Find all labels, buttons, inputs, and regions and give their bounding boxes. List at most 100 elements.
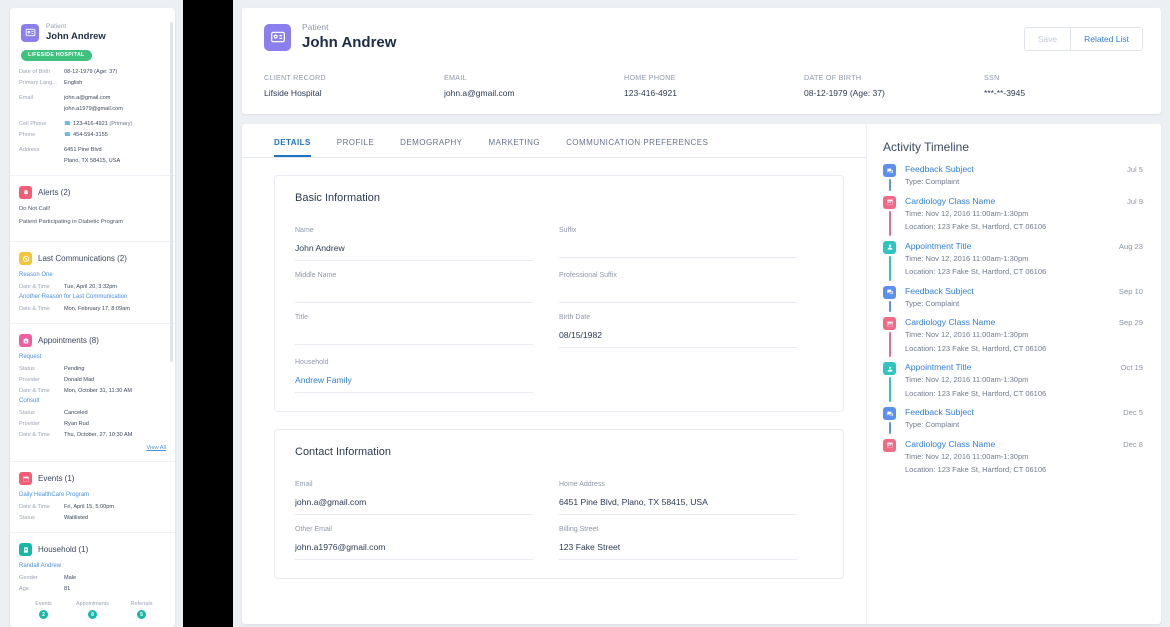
card-title: Basic Information bbox=[295, 192, 823, 204]
patient-sidebar: Patient John Andrew LIFESIDE HOSPITAL Da… bbox=[0, 0, 183, 627]
tab-demography[interactable]: DEMOGRAPHY bbox=[400, 124, 462, 157]
related-list-button[interactable]: Related List bbox=[1070, 28, 1142, 50]
timeline-date: Oct 19 bbox=[1115, 363, 1143, 372]
field-underline bbox=[295, 559, 533, 560]
tab-marketing[interactable]: MARKETING bbox=[488, 124, 540, 157]
timeline-meta-line: Type: Complaint bbox=[905, 298, 1143, 310]
household-member-link[interactable]: Randall Andrew bbox=[19, 562, 166, 571]
timeline-subject-link[interactable]: Feedback Subject bbox=[905, 164, 974, 174]
timeline-header: Feedback SubjectSep 10 bbox=[905, 286, 1143, 296]
field-label: Phone bbox=[19, 131, 64, 139]
field-label: Middle Name bbox=[295, 270, 533, 282]
timeline-item: Appointment TitleAug 23Time: Nov 12, 201… bbox=[883, 241, 1147, 286]
field-value: Pending bbox=[64, 365, 85, 373]
appointment-link[interactable]: Request bbox=[19, 353, 166, 362]
list-item: Daily HealthCare Program Date & TimeFri,… bbox=[19, 491, 166, 522]
field-label: Provider bbox=[19, 376, 64, 384]
sidebar-patient-summary: Patient John Andrew LIFESIDE HOSPITAL Da… bbox=[10, 8, 175, 176]
field-value bbox=[295, 324, 533, 340]
timeline-subject-link[interactable]: Appointment Title bbox=[905, 241, 971, 251]
field-value: English bbox=[64, 79, 82, 87]
field-birth-date[interactable]: Birth Date 08/15/1982 bbox=[559, 312, 823, 348]
timeline-gutter bbox=[883, 439, 905, 476]
header-summary-fields: CLIENT RECORD Lifside Hospital EMAIL joh… bbox=[264, 72, 1143, 100]
field-professional-suffix[interactable]: Professional Suffix bbox=[559, 270, 823, 303]
sidebar-section-last-communications: Last Communications (2) Reason One Date … bbox=[10, 242, 175, 324]
field-home-address[interactable]: Home Address 6451 Pine Blvd, Plano, TX 5… bbox=[559, 479, 823, 515]
field-label: Email bbox=[19, 94, 64, 102]
sidebar-patient-name: John Andrew bbox=[46, 31, 106, 43]
timeline-subject-link[interactable]: Feedback Subject bbox=[905, 286, 974, 296]
timeline-subject-link[interactable]: Cardiology Class Name bbox=[905, 317, 995, 327]
communication-link[interactable]: Reason One bbox=[19, 271, 166, 280]
email-value: john.a@gmail.com bbox=[64, 94, 110, 102]
tab-profile[interactable]: PROFILE bbox=[337, 124, 374, 157]
list-item: Emailjohn.a@gmail.com bbox=[19, 94, 166, 102]
view-all-link[interactable]: View All bbox=[19, 445, 166, 451]
field-label: Date & Time bbox=[19, 431, 64, 439]
count-label: Appointments bbox=[68, 601, 117, 607]
save-button[interactable]: Save bbox=[1025, 28, 1070, 50]
field-billing-street[interactable]: Billing Street 123 Fake Street bbox=[559, 524, 823, 560]
field-label: Date & Time bbox=[19, 503, 64, 511]
sidebar-section-household: Household (1) Randall Andrew GenderMale … bbox=[10, 533, 175, 627]
feedback-icon bbox=[883, 407, 896, 420]
timeline-gutter bbox=[883, 196, 905, 233]
field-value: john.a@gmail.com bbox=[444, 86, 624, 100]
timeline-subject-link[interactable]: Cardiology Class Name bbox=[905, 439, 995, 449]
sidebar-scrollbar[interactable] bbox=[170, 22, 173, 362]
tab-communication-preferences[interactable]: COMMUNICATION PREFERENCES bbox=[566, 124, 708, 157]
header-actions: Save Related List bbox=[1024, 27, 1143, 51]
field-label: Status bbox=[19, 514, 64, 522]
sidebar-scroll-area: Patient John Andrew LIFESIDE HOSPITAL Da… bbox=[10, 8, 175, 627]
list-item: Date of Birth08-12-1979 (Age: 37) bbox=[19, 68, 166, 76]
timeline-header: Appointment Title Oct 19 bbox=[905, 362, 1143, 372]
activity-timeline-title: Activity Timeline bbox=[883, 140, 1147, 154]
field-household[interactable]: Household Andrew Family bbox=[295, 357, 559, 393]
timeline-gutter bbox=[883, 407, 905, 431]
field-label: SSN bbox=[984, 72, 1164, 83]
appointment-link[interactable]: Consult bbox=[19, 397, 166, 406]
timeline-connector bbox=[889, 211, 891, 236]
timeline-connector bbox=[889, 377, 891, 402]
status-badge: LIFESIDE HOSPITAL bbox=[21, 50, 92, 61]
field-middle-name[interactable]: Middle Name bbox=[295, 270, 559, 303]
field-name[interactable]: Name John Andrew bbox=[295, 225, 559, 261]
field-title[interactable]: Title bbox=[295, 312, 559, 348]
timeline-item: Feedback SubjectSep 10 Type: Complaint bbox=[883, 286, 1147, 318]
field-row: ProviderRyan Rud bbox=[19, 420, 166, 428]
household-count-referrals: Referrals 5 bbox=[117, 601, 166, 619]
field-suffix[interactable]: Suffix bbox=[559, 225, 823, 261]
timeline-body: Cardiology Class NameDec 8Time: Nov 12, … bbox=[905, 439, 1147, 476]
field-value: ***-**-3945 bbox=[984, 86, 1164, 100]
field-underline bbox=[559, 347, 797, 348]
patient-id-card-icon bbox=[21, 24, 39, 42]
timeline-subject-link[interactable]: Feedback Subject bbox=[905, 407, 974, 417]
email-value: john.a1979@gmail.com bbox=[64, 105, 123, 113]
timeline-body: Appointment TitleOct 19Time: Nov 12, 201… bbox=[905, 362, 1147, 399]
field-other-email[interactable]: Other Email john.a1976@gmail.com bbox=[295, 524, 559, 560]
communication-link[interactable]: Another Reason for Last Communication bbox=[19, 293, 166, 302]
field-value: Mon, February 17, 8:09am bbox=[64, 305, 130, 313]
field-value-link[interactable]: Andrew Family bbox=[295, 369, 533, 388]
record-header: Patient John Andrew Save Related List CL… bbox=[242, 8, 1161, 114]
timeline-subject-link[interactable]: Appointment Title bbox=[905, 362, 971, 372]
event-link[interactable]: Daily HealthCare Program bbox=[19, 491, 166, 500]
appointment-bag-icon bbox=[19, 334, 32, 347]
field-value: 08-12-1979 (Age: 37) bbox=[804, 86, 984, 100]
main-content: Patient John Andrew Save Related List CL… bbox=[233, 0, 1170, 627]
phone-value[interactable]: 123-416-4921 bbox=[73, 121, 108, 127]
phone-suffix: (Primary) bbox=[109, 121, 132, 127]
header-field-date-of-birth: DATE OF BIRTH 08-12-1979 (Age: 37) bbox=[804, 72, 984, 100]
timeline-subject-link[interactable]: Cardiology Class Name bbox=[905, 196, 995, 206]
field-underline bbox=[295, 514, 533, 515]
appointment-person-icon bbox=[883, 362, 896, 375]
sidebar-card: Patient John Andrew LIFESIDE HOSPITAL Da… bbox=[10, 8, 175, 627]
list-item: Cell Phone ☎123-416-4921 (Primary) bbox=[19, 120, 166, 128]
phone-value[interactable]: 454-594-3155 bbox=[73, 132, 108, 138]
field-email[interactable]: Email john.a@gmail.com bbox=[295, 479, 559, 515]
timeline-meta-line: Time: Nov 12, 2016 11:00am-1:30pm bbox=[905, 329, 1143, 341]
timeline-meta-line: Time: Nov 12, 2016 11:00am-1:30pm bbox=[905, 208, 1143, 220]
sidebar-section-appointments: Appointments (8) Request StatusPending P… bbox=[10, 324, 175, 462]
tab-details[interactable]: DETAILS bbox=[274, 124, 311, 157]
